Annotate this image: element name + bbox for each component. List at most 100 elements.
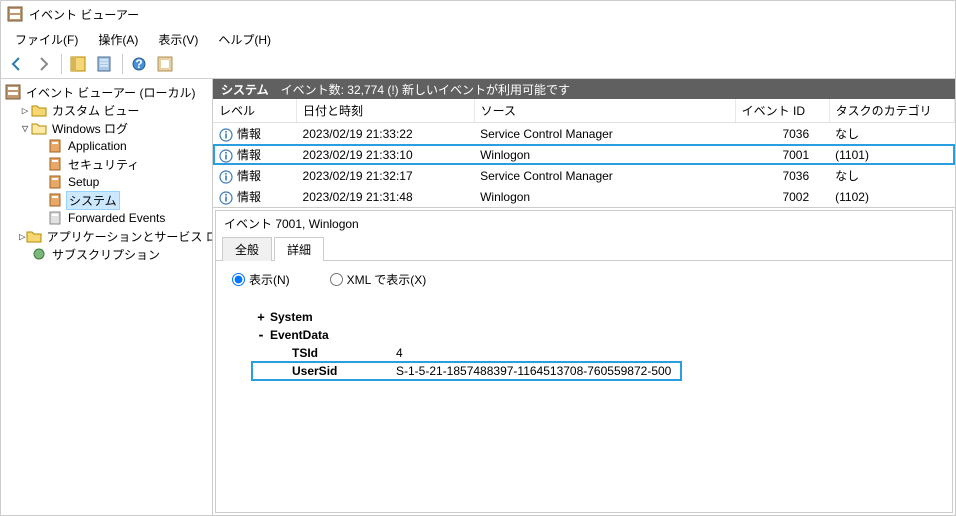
col-datetime[interactable]: 日付と時刻 [297,99,475,123]
log-icon [47,138,63,154]
table-row[interactable]: 情報2023/02/19 21:31:48Winlogon7002(1102) [213,186,955,207]
tree-system-label: システム [66,191,120,210]
detail-tabs: 全般 詳細 [216,236,952,261]
log-icon [47,192,63,208]
tree-system[interactable]: システム [45,191,210,209]
tree-windows-label: Windows ログ [50,120,130,137]
tsid-row: TSId4 [252,344,936,362]
row-datetime: 2023/02/19 21:33:10 [297,144,475,165]
menu-file[interactable]: ファイル(F) [5,29,88,47]
tree-sec-label: セキュリティ [66,156,141,173]
detail-pane: イベント 7001, Winlogon 全般 詳細 表示(N) XML で表示(… [215,210,953,513]
row-source: Service Control Manager [474,165,735,186]
tree-app-services[interactable]: ▷ アプリケーションとサービス ログ [17,227,210,245]
expand-icon[interactable]: ▷ [19,230,26,243]
info-icon [219,191,233,205]
log-icon [47,174,63,190]
tab-details[interactable]: 詳細 [274,237,324,261]
system-node[interactable]: +System [252,308,936,326]
back-button[interactable] [5,52,29,76]
col-event-id[interactable]: イベント ID [735,99,829,123]
toolbar-separator-2 [122,54,123,74]
folder-icon [26,228,42,244]
row-source: Service Control Manager [474,123,735,145]
row-category: (1102) [829,186,954,207]
tree-root-label: イベント ビューアー (ローカル) [24,84,197,101]
row-event-id: 7001 [735,144,829,165]
tree-custom-views[interactable]: ▷ カスタム ビュー [17,101,210,119]
row-datetime: 2023/02/19 21:32:17 [297,165,475,186]
tree-subs-label: サブスクリプション [50,246,162,263]
main-pane: システム イベント数: 32,774 (!) 新しいイベントが利用可能です レベ… [213,79,955,515]
row-event-id: 7036 [735,165,829,186]
titlebar: イベント ビューアー [1,1,955,27]
col-source[interactable]: ソース [474,99,735,123]
app-window: イベント ビューアー ファイル(F) 操作(A) 表示(V) ヘルプ(H) ? … [0,0,956,516]
usersid-key: UserSid [292,364,380,378]
toolbar-separator [61,54,62,74]
expand-icon[interactable]: ▷ [19,104,31,117]
forward-button[interactable] [31,52,55,76]
row-category: なし [829,165,954,186]
row-level: 情報 [237,127,261,141]
tree-root[interactable]: イベント ビューアー (ローカル) [3,83,210,101]
row-category: (1101) [829,144,954,165]
section-name: システム [221,81,269,98]
menu-view[interactable]: 表示(V) [148,29,208,47]
folder-icon [31,102,47,118]
row-source: Winlogon [474,144,735,165]
help-button[interactable]: ? [127,52,151,76]
refresh-button[interactable] [153,52,177,76]
tree-application[interactable]: Application [45,137,210,155]
subscription-icon [31,246,47,262]
table-row[interactable]: 情報 2023/02/19 21:33:22Service Control Man… [213,123,955,145]
tree-forwarded[interactable]: Forwarded Events [45,209,210,227]
table-row[interactable]: 情報 2023/02/19 21:33:10Winlogon7001(1101) [213,144,955,165]
menubar: ファイル(F) 操作(A) 表示(V) ヘルプ(H) [1,27,955,49]
row-datetime: 2023/02/19 21:31:48 [297,186,475,207]
tree-setup[interactable]: Setup [45,173,210,191]
row-level: 情報 [237,169,261,183]
log-icon [47,210,63,226]
properties-button[interactable] [92,52,116,76]
usersid-row: UserSid S-1-5-21-1857488397-1164513708-76… [252,362,681,380]
menu-action[interactable]: 操作(A) [88,29,148,47]
info-icon [219,170,233,184]
info-icon [219,149,233,163]
show-tree-button[interactable] [66,52,90,76]
tree-security[interactable]: セキュリティ [45,155,210,173]
tree-fwd-label: Forwarded Events [66,211,167,225]
info-icon [219,128,233,142]
tree-subscriptions[interactable]: サブスクリプション [17,245,210,263]
menu-help[interactable]: ヘルプ(H) [208,29,281,47]
tree-windows-logs[interactable]: ▽ Windows ログ [17,119,210,137]
col-category[interactable]: タスクのカテゴリ [829,99,954,123]
window-title: イベント ビューアー [29,6,139,23]
col-level[interactable]: レベル [213,99,297,123]
event-count: イベント数: 32,774 (!) 新しいイベントが利用可能です [281,81,570,98]
row-category: なし [829,123,954,145]
xml-tree: +System -EventData TSId4 UserSid S-1-5-21… [232,308,936,380]
detail-body: 表示(N) XML で表示(X) +System -EventData TSId… [216,261,952,512]
collapse-icon[interactable]: ▽ [19,122,31,135]
usersid-value: S-1-5-21-1857488397-1164513708-760559872… [396,364,671,378]
minus-icon[interactable]: - [252,328,270,342]
eventdata-node[interactable]: -EventData [252,326,936,344]
tree-custom-label: カスタム ビュー [50,102,141,119]
radio-friendly-view[interactable]: 表示(N) [232,271,290,288]
tsid-value: 4 [396,346,403,360]
toolbar: ? [1,49,955,79]
radio-xml-view[interactable]: XML で表示(X) [330,271,427,288]
row-event-id: 7036 [735,123,829,145]
tab-general[interactable]: 全般 [222,237,272,261]
event-list: レベル 日付と時刻 ソース イベント ID タスクのカテゴリ 情報2023/02… [213,99,955,208]
app-icon [7,6,29,22]
row-event-id: 7002 [735,186,829,207]
folder-open-icon [31,120,47,136]
plus-icon[interactable]: + [252,310,270,324]
radio-friendly-input[interactable] [232,273,245,286]
radio-xml-input[interactable] [330,273,343,286]
table-row[interactable]: 情報 2023/02/19 21:32:17Service Control Man… [213,165,955,186]
row-level: 情報 [237,148,261,162]
row-datetime: 2023/02/19 21:33:22 [297,123,475,145]
